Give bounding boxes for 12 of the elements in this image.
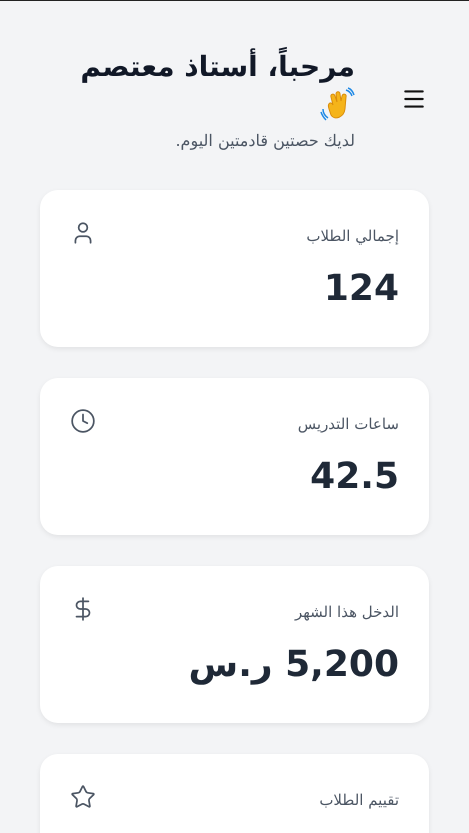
clock-icon (70, 408, 96, 434)
stat-label: الدخل هذا الشهر (294, 603, 399, 621)
star-icon (70, 784, 96, 810)
stat-label: ساعات التدريس (298, 415, 399, 433)
stat-value: 42.5 (309, 456, 399, 497)
subtitle: لديك حصتين قادمتين اليوم. (175, 131, 355, 150)
waving-hand-icon (319, 87, 355, 123)
welcome-title: مرحباً، أستاذ معتصم (80, 47, 355, 87)
stat-value: 124 (322, 268, 399, 309)
stat-label: إجمالي الطلاب (306, 227, 399, 245)
stat-label: تقييم الطلاب (319, 791, 399, 809)
stat-value: 5,200 ر.س (188, 644, 399, 685)
